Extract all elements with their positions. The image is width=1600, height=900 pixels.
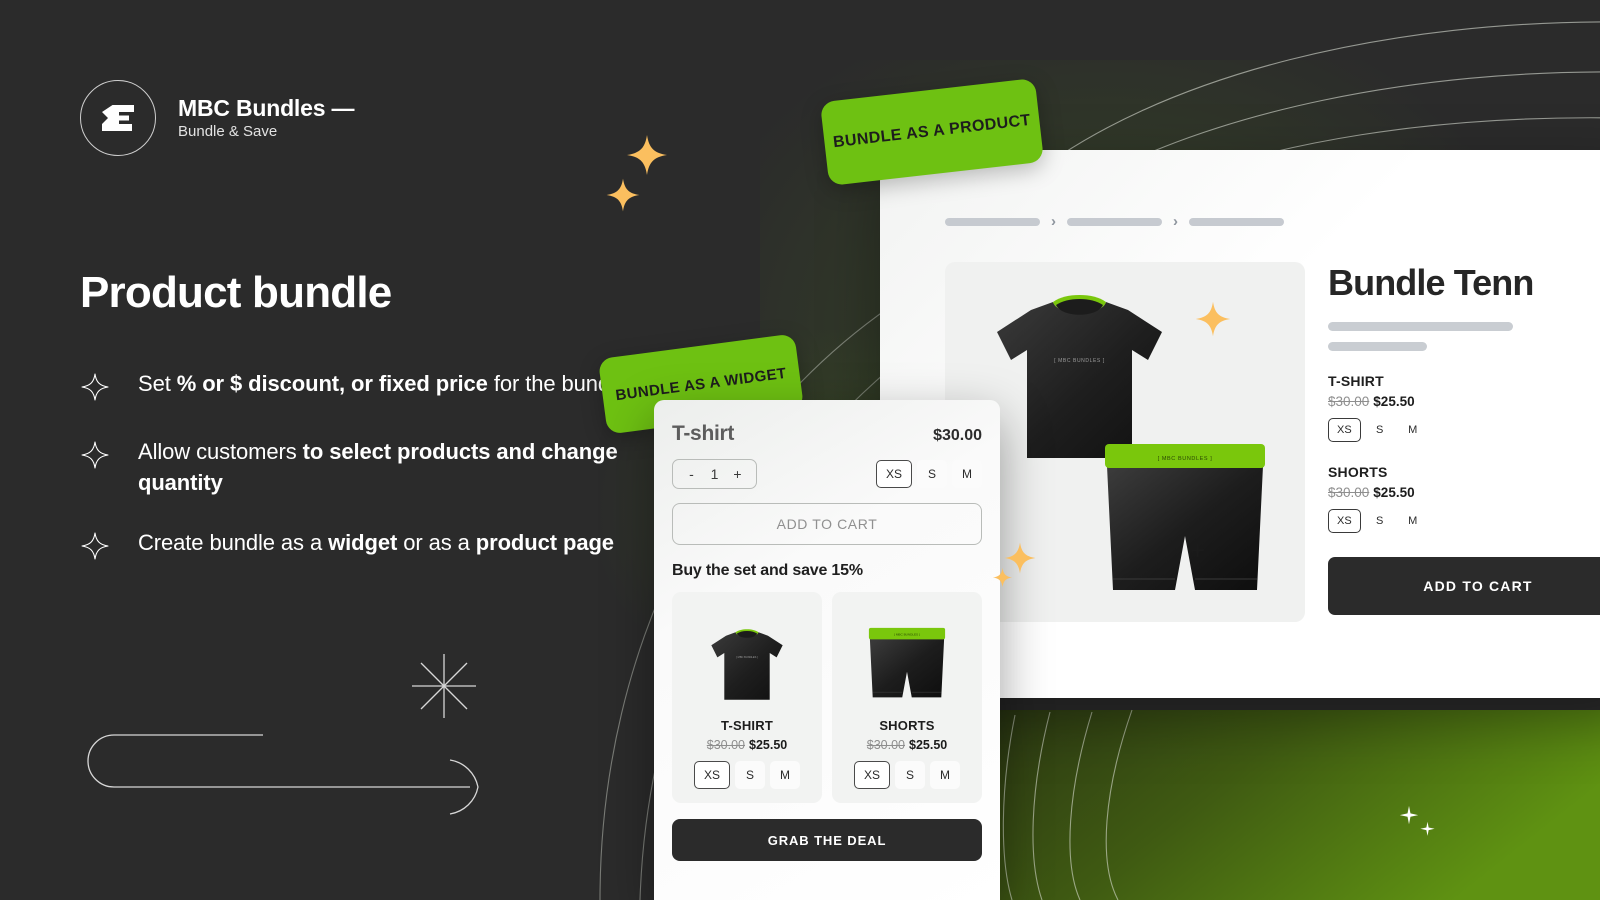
size-option-s[interactable]: S [1366, 418, 1394, 442]
bundle-item-list: T-SHIRT $30.00 $25.50 XS S M SHORTS $30.00 $25.5… [1328, 373, 1600, 533]
size-selector[interactable]: XS S M [853, 761, 960, 789]
quantity-value: 1 [710, 466, 719, 482]
quantity-decrement-button[interactable]: - [687, 466, 696, 482]
size-option-m[interactable]: M [1399, 418, 1427, 442]
poster-canvas: MBC Bundles — Bundle & Save Product bund… [0, 0, 1600, 900]
bundle-item: SHORTS $30.00 $25.50 XS S M [1328, 464, 1600, 533]
original-price: $30.00 [1328, 394, 1370, 409]
mbc-logo-glyph [102, 105, 134, 131]
plus-icon: + [1190, 535, 1206, 565]
size-selector[interactable]: XS S M [1328, 418, 1600, 442]
curved-arrow-icon [87, 734, 479, 815]
sparkle-icon [81, 532, 109, 560]
shorts-image: [ MBC BUNDLES ] [868, 627, 946, 698]
feature-list: Set % or $ discount, or fixed price for … [80, 368, 640, 595]
bundle-widget-preview: T-shirt $30.00 - 1 + XS S M ADD TO CART Bu… [654, 400, 1000, 900]
shorts-image: [ MBC BUNDLES ] [1105, 444, 1265, 590]
breadcrumb[interactable]: › › [945, 214, 1284, 229]
size-selector[interactable]: XS S M [1328, 509, 1600, 533]
feature-text: Allow customers to select products and c… [138, 439, 618, 496]
size-option-m[interactable]: M [1399, 509, 1427, 533]
size-option-s[interactable]: S [895, 761, 925, 789]
description-placeholder-line [1328, 322, 1513, 331]
size-option-xs[interactable]: XS [875, 460, 912, 488]
svg-text:[ MBC BUNDLES ]: [ MBC BUNDLES ] [894, 633, 920, 637]
svg-text:[ MBC BUNDLES ]: [ MBC BUNDLES ] [1158, 456, 1213, 462]
widget-product-price: $30.00 [933, 427, 982, 444]
bundle-item-name: SHORTS [1328, 464, 1388, 480]
add-to-cart-button[interactable]: ADD TO CART [1328, 557, 1600, 615]
size-option-m[interactable]: M [930, 761, 960, 789]
widget-product-name: T-shirt [672, 422, 735, 445]
discounted-price: $25.50 [749, 738, 788, 752]
original-price: $30.00 [1328, 485, 1370, 500]
sparkle-icon [80, 440, 110, 498]
small-plus-sparkle-icon [1399, 805, 1419, 825]
bundle-product-price: $30.00 $25.50 [707, 738, 787, 752]
size-option-xs[interactable]: XS [853, 761, 890, 789]
t-shirt-image: [ MBC BUNDLES ] [707, 606, 787, 706]
feature-text: Create bundle as a widget or as a produc… [138, 530, 614, 556]
sparkle-icon [81, 373, 109, 401]
chevron-right-icon: › [1051, 213, 1056, 230]
discounted-price: $25.50 [1373, 394, 1415, 409]
brand-subtitle: Bundle & Save [178, 123, 278, 141]
bundle-product-price: $30.00 $25.50 [867, 738, 947, 752]
starburst-icon [412, 654, 476, 718]
size-option-m[interactable]: M [952, 460, 982, 488]
widget-add-to-cart-button[interactable]: ADD TO CART [672, 503, 982, 545]
small-plus-sparkle-icon [1420, 821, 1435, 836]
breadcrumb-item[interactable] [945, 217, 1040, 226]
breadcrumb-item[interactable] [1067, 217, 1162, 226]
feature-text: Set % or $ discount, or fixed price for … [138, 371, 627, 396]
brand-lockup: MBC Bundles — Bundle & Save [80, 80, 354, 156]
discounted-price: $25.50 [909, 738, 948, 752]
size-option-xs[interactable]: XS [1328, 509, 1361, 533]
breadcrumb-item[interactable] [1189, 217, 1284, 226]
size-option-s[interactable]: S [735, 761, 765, 789]
discounted-price: $25.50 [1373, 485, 1415, 500]
bundle-product-card[interactable]: [ MBC BUNDLES ] SHORTS $30.00 $25.50 XS S M [832, 592, 982, 803]
mbc-logo-icon [80, 80, 156, 156]
sparkle-icon [80, 372, 110, 407]
t-shirt-image: [ MBC BUNDLES ] [711, 629, 783, 700]
original-price: $30.00 [706, 738, 745, 752]
size-option-xs[interactable]: XS [1328, 418, 1361, 442]
feature-item: Allow customers to select products and c… [80, 436, 640, 498]
offer-heading: Buy the set and save 15% [672, 562, 863, 579]
bundle-product-name: SHORTS [879, 718, 935, 733]
sparkle-icon [627, 135, 667, 175]
sparkle-icon [81, 441, 109, 469]
size-option-xs[interactable]: XS [693, 761, 730, 789]
bundle-item: T-SHIRT $30.00 $25.50 XS S M [1328, 373, 1600, 442]
quantity-increment-button[interactable]: + [733, 466, 742, 482]
size-selector[interactable]: XS S M [875, 460, 982, 488]
page-title: Product bundle [80, 268, 392, 317]
shorts-image: [ MBC BUNDLES ] [864, 606, 950, 706]
bundle-product-card[interactable]: [ MBC BUNDLES ] T-SHIRT $30.00 $25.50 XS S M [672, 592, 822, 803]
size-option-s[interactable]: S [917, 460, 947, 488]
size-option-m[interactable]: M [770, 761, 800, 789]
description-placeholder-line [1328, 342, 1427, 351]
feature-item: Create bundle as a widget or as a produc… [80, 527, 640, 566]
bundle-product-grid: [ MBC BUNDLES ] T-SHIRT $30.00 $25.50 XS S M[ … [672, 592, 982, 803]
grab-the-deal-button[interactable]: GRAB THE DEAL [672, 819, 982, 861]
size-selector[interactable]: XS S M [693, 761, 800, 789]
svg-text:[ MBC BUNDLES ]: [ MBC BUNDLES ] [736, 655, 758, 659]
brand-title: MBC Bundles — [178, 94, 355, 121]
feature-item: Set % or $ discount, or fixed price for … [80, 368, 640, 407]
bundle-item-name: T-SHIRT [1328, 373, 1384, 389]
svg-text:[ MBC BUNDLES ]: [ MBC BUNDLES ] [1054, 358, 1105, 364]
sparkle-icon [606, 178, 640, 212]
sparkle-icon [80, 531, 110, 566]
bundle-title: Bundle Tenn [1328, 262, 1534, 303]
bundle-item-price: $30.00 $25.50 [1328, 394, 1600, 409]
quantity-stepper[interactable]: - 1 + [672, 459, 757, 489]
size-option-s[interactable]: S [1366, 509, 1394, 533]
chevron-right-icon: › [1173, 213, 1178, 230]
bundle-product-name: T-SHIRT [721, 718, 773, 733]
bundle-item-price: $30.00 $25.50 [1328, 485, 1600, 500]
original-price: $30.00 [866, 738, 905, 752]
